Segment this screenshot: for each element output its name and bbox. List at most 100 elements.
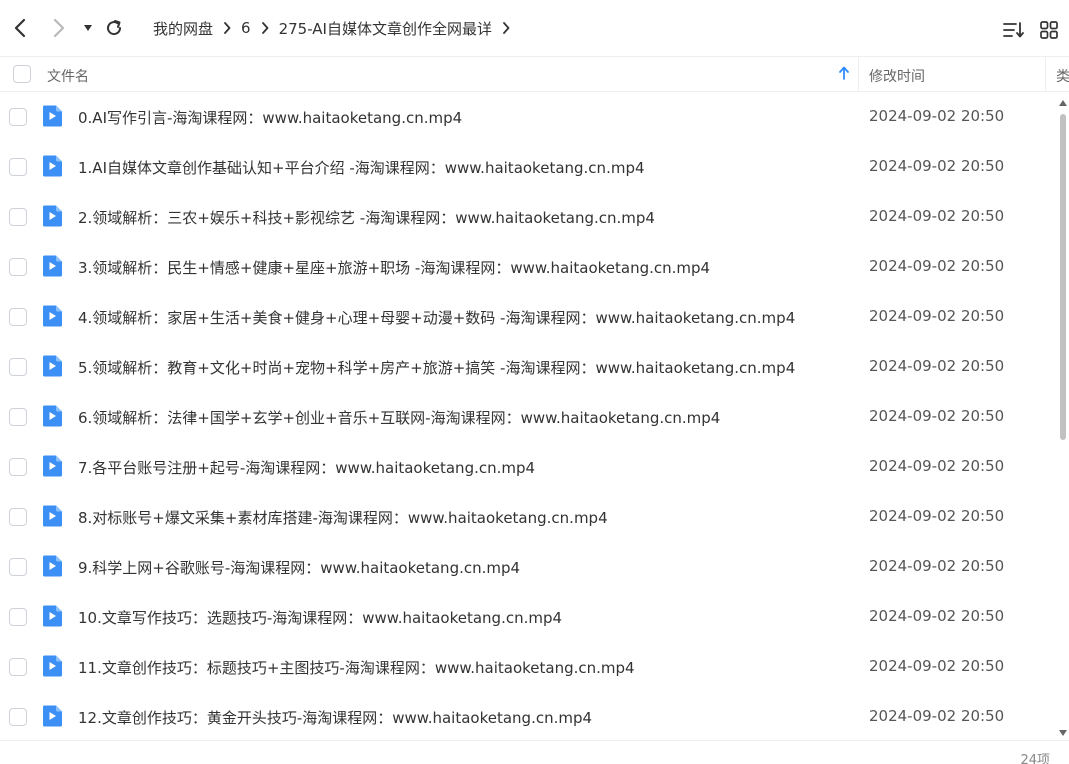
video-file-icon bbox=[41, 105, 63, 127]
video-file-icon bbox=[41, 505, 63, 527]
file-modified-time: 2024-09-02 20:50 bbox=[869, 657, 1005, 675]
row-checkbox[interactable] bbox=[9, 708, 27, 726]
row-checkbox[interactable] bbox=[9, 108, 27, 126]
file-modified-time: 2024-09-02 20:50 bbox=[869, 557, 1005, 575]
column-time-header[interactable]: 修改时间 bbox=[869, 66, 925, 86]
select-all-checkbox[interactable] bbox=[13, 65, 31, 83]
file-modified-time: 2024-09-02 20:50 bbox=[869, 457, 1005, 475]
file-row[interactable]: 7.各平台账号注册+起号-海淘课程网：www.haitaoketang.cn.m… bbox=[0, 442, 1056, 492]
video-file-icon bbox=[41, 605, 63, 627]
breadcrumb: 我的网盘 6 275-AI自媒体文章创作全网最详 bbox=[153, 0, 520, 56]
file-row[interactable]: 2.领域解析：三农+娱乐+科技+影视综艺 -海淘课程网：www.haitaoke… bbox=[0, 192, 1056, 242]
chevron-right-icon[interactable] bbox=[502, 22, 510, 34]
file-modified-time: 2024-09-02 20:50 bbox=[869, 107, 1005, 125]
row-checkbox[interactable] bbox=[9, 308, 27, 326]
file-modified-time: 2024-09-02 20:50 bbox=[869, 157, 1005, 175]
sort-button[interactable] bbox=[1003, 16, 1025, 44]
file-name[interactable]: 0.AI写作引言-海淘课程网：www.haitaoketang.cn.mp4 bbox=[78, 107, 462, 128]
row-checkbox[interactable] bbox=[9, 408, 27, 426]
file-name[interactable]: 10.文章写作技巧：选题技巧-海淘课程网：www.haitaoketang.cn… bbox=[78, 607, 562, 628]
toolbar: 我的网盘 6 275-AI自媒体文章创作全网最详 bbox=[0, 0, 1069, 56]
file-name[interactable]: 6.领域解析：法律+国学+玄学+创业+音乐+互联网-海淘课程网：www.hait… bbox=[78, 407, 720, 428]
caret-down-icon bbox=[84, 25, 92, 31]
file-row[interactable]: 8.对标账号+爆文采集+素材库搭建-海淘课程网：www.haitaoketang… bbox=[0, 492, 1056, 542]
arrow-up-icon[interactable] bbox=[838, 66, 850, 84]
file-list: 0.AI写作引言-海淘课程网：www.haitaoketang.cn.mp4 20… bbox=[0, 92, 1056, 742]
video-file-icon bbox=[41, 355, 63, 377]
forward-button[interactable] bbox=[45, 14, 73, 42]
row-checkbox[interactable] bbox=[9, 608, 27, 626]
row-checkbox[interactable] bbox=[9, 458, 27, 476]
refresh-button[interactable] bbox=[100, 14, 128, 42]
file-row[interactable]: 5.领域解析：教育+文化+时尚+宠物+科学+房产+旅游+搞笑 -海淘课程网：ww… bbox=[0, 342, 1056, 392]
row-checkbox[interactable] bbox=[9, 358, 27, 376]
file-name[interactable]: 1.AI自媒体文章创作基础认知+平台介绍 -海淘课程网：www.haitaoke… bbox=[78, 157, 645, 178]
row-checkbox[interactable] bbox=[9, 158, 27, 176]
grid-view-icon bbox=[1040, 21, 1058, 39]
chevron-right-icon bbox=[261, 22, 269, 34]
file-name[interactable]: 3.领域解析：民生+情感+健康+星座+旅游+职场 -海淘课程网：www.hait… bbox=[78, 257, 710, 278]
file-row[interactable]: 6.领域解析：法律+国学+玄学+创业+音乐+互联网-海淘课程网：www.hait… bbox=[0, 392, 1056, 442]
video-file-icon bbox=[41, 305, 63, 327]
file-modified-time: 2024-09-02 20:50 bbox=[869, 307, 1005, 325]
row-checkbox[interactable] bbox=[9, 508, 27, 526]
file-modified-time: 2024-09-02 20:50 bbox=[869, 607, 1005, 625]
column-divider[interactable] bbox=[858, 57, 859, 91]
column-type-header[interactable]: 类 bbox=[1056, 66, 1069, 86]
scrollbar-thumb[interactable] bbox=[1060, 114, 1066, 440]
file-name[interactable]: 4.领域解析：家居+生活+美食+健身+心理+母婴+动漫+数码 -海淘课程网：ww… bbox=[78, 307, 795, 328]
file-modified-time: 2024-09-02 20:50 bbox=[869, 707, 1005, 725]
file-modified-time: 2024-09-02 20:50 bbox=[869, 357, 1005, 375]
video-file-icon bbox=[41, 205, 63, 227]
back-button[interactable] bbox=[6, 14, 34, 42]
grid-view-button[interactable] bbox=[1040, 16, 1058, 44]
file-row[interactable]: 3.领域解析：民生+情感+健康+星座+旅游+职场 -海淘课程网：www.hait… bbox=[0, 242, 1056, 292]
scroll-up-arrow-icon[interactable] bbox=[1058, 98, 1068, 108]
file-name[interactable]: 7.各平台账号注册+起号-海淘课程网：www.haitaoketang.cn.m… bbox=[78, 457, 535, 478]
video-file-icon bbox=[41, 405, 63, 427]
file-row[interactable]: 11.文章创作技巧：标题技巧+主图技巧-海淘课程网：www.haitaoketa… bbox=[0, 642, 1056, 692]
row-checkbox[interactable] bbox=[9, 208, 27, 226]
file-name[interactable]: 2.领域解析：三农+娱乐+科技+影视综艺 -海淘课程网：www.haitaoke… bbox=[78, 207, 655, 228]
file-row[interactable]: 4.领域解析：家居+生活+美食+健身+心理+母婴+动漫+数码 -海淘课程网：ww… bbox=[0, 292, 1056, 342]
breadcrumb-item-current[interactable]: 275-AI自媒体文章创作全网最详 bbox=[279, 18, 492, 39]
row-checkbox[interactable] bbox=[9, 258, 27, 276]
chevron-left-icon bbox=[14, 18, 26, 38]
row-checkbox[interactable] bbox=[9, 558, 27, 576]
column-divider[interactable] bbox=[1045, 57, 1046, 91]
sort-list-icon bbox=[1003, 22, 1024, 38]
file-modified-time: 2024-09-02 20:50 bbox=[869, 507, 1005, 525]
file-name[interactable]: 5.领域解析：教育+文化+时尚+宠物+科学+房产+旅游+搞笑 -海淘课程网：ww… bbox=[78, 357, 795, 378]
column-header: 文件名 修改时间 类 bbox=[0, 56, 1069, 92]
file-row[interactable]: 9.科学上网+谷歌账号-海淘课程网：www.haitaoketang.cn.mp… bbox=[0, 542, 1056, 592]
history-dropdown-button[interactable] bbox=[74, 14, 102, 42]
breadcrumb-item-root[interactable]: 我的网盘 bbox=[153, 18, 213, 39]
refresh-icon bbox=[107, 20, 122, 36]
file-name[interactable]: 12.文章创作技巧：黄金开头技巧-海淘课程网：www.haitaoketang.… bbox=[78, 707, 592, 728]
item-count: 24项 bbox=[1020, 753, 1050, 764]
breadcrumb-item-folder[interactable]: 6 bbox=[241, 19, 251, 37]
file-name[interactable]: 11.文章创作技巧：标题技巧+主图技巧-海淘课程网：www.haitaoketa… bbox=[78, 657, 635, 678]
file-row[interactable]: 1.AI自媒体文章创作基础认知+平台介绍 -海淘课程网：www.haitaoke… bbox=[0, 142, 1056, 192]
status-bar: 24项 bbox=[0, 740, 1069, 764]
chevron-right-icon bbox=[223, 22, 231, 34]
file-row[interactable]: 0.AI写作引言-海淘课程网：www.haitaoketang.cn.mp4 20… bbox=[0, 92, 1056, 142]
video-file-icon bbox=[41, 555, 63, 577]
chevron-right-icon bbox=[53, 18, 65, 38]
scroll-down-arrow-icon[interactable] bbox=[1058, 728, 1068, 738]
column-name-header[interactable]: 文件名 bbox=[47, 66, 89, 86]
video-file-icon bbox=[41, 705, 63, 727]
file-row[interactable]: 12.文章创作技巧：黄金开头技巧-海淘课程网：www.haitaoketang.… bbox=[0, 692, 1056, 742]
row-checkbox[interactable] bbox=[9, 658, 27, 676]
file-browser-window: 我的网盘 6 275-AI自媒体文章创作全网最详 文件名 修改时间 类 0.AI… bbox=[0, 0, 1069, 764]
scrollbar-track[interactable] bbox=[1060, 114, 1066, 722]
file-name[interactable]: 8.对标账号+爆文采集+素材库搭建-海淘课程网：www.haitaoketang… bbox=[78, 507, 608, 528]
file-modified-time: 2024-09-02 20:50 bbox=[869, 407, 1005, 425]
video-file-icon bbox=[41, 255, 63, 277]
file-name[interactable]: 9.科学上网+谷歌账号-海淘课程网：www.haitaoketang.cn.mp… bbox=[78, 557, 520, 578]
vertical-scrollbar[interactable] bbox=[1057, 98, 1069, 738]
file-row[interactable]: 10.文章写作技巧：选题技巧-海淘课程网：www.haitaoketang.cn… bbox=[0, 592, 1056, 642]
video-file-icon bbox=[41, 155, 63, 177]
file-modified-time: 2024-09-02 20:50 bbox=[869, 257, 1005, 275]
video-file-icon bbox=[41, 655, 63, 677]
